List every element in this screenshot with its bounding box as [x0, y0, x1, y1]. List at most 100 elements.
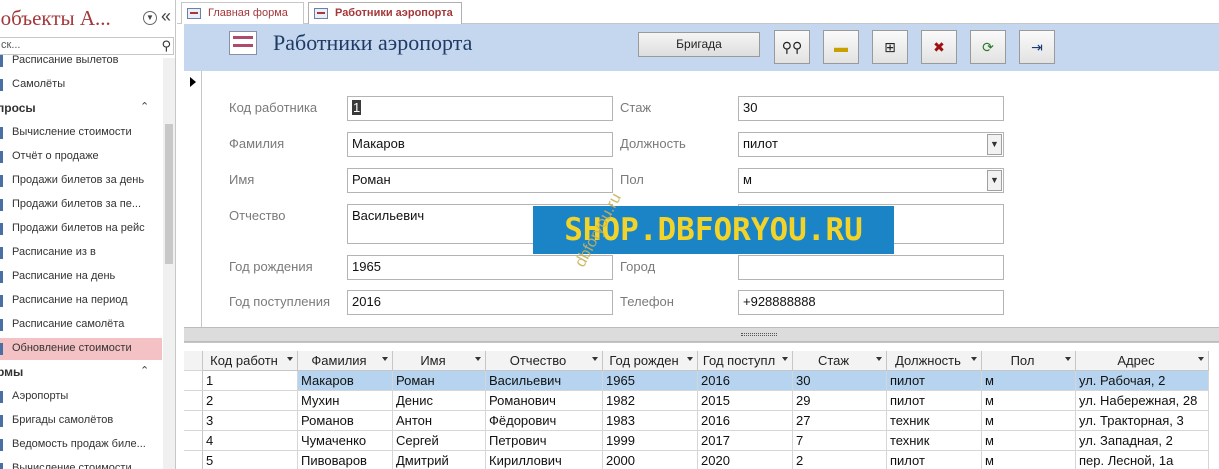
nav-item[interactable]: Отчёт о продаже	[0, 146, 162, 168]
table-cell[interactable]: м	[982, 371, 1076, 391]
add-record-icon[interactable]: ⊞	[872, 30, 908, 64]
nav-item[interactable]: Аэропорты	[0, 386, 162, 408]
nav-collapse-icon[interactable]: «	[161, 7, 171, 25]
tab-main-form[interactable]: Главная форма	[181, 2, 304, 24]
sort-filter-icon[interactable]	[1065, 357, 1071, 361]
nav-group-header[interactable]: рмы ⌃	[0, 362, 162, 384]
table-cell[interactable]: пилот	[887, 451, 982, 469]
sort-filter-icon[interactable]	[971, 357, 977, 361]
table-cell[interactable]: техник	[887, 411, 982, 431]
nav-item[interactable]: Продажи билетов за день	[0, 170, 162, 192]
first-name-field[interactable]: Роман	[347, 168, 613, 193]
chevron-up-icon[interactable]: ⌃	[140, 100, 149, 113]
record-selector[interactable]	[184, 71, 202, 327]
table-cell[interactable]: 1999	[603, 431, 698, 451]
table-cell[interactable]: Роман	[393, 371, 486, 391]
table-cell[interactable]: Кириллович	[486, 451, 603, 469]
new-record-icon[interactable]: ▬	[823, 30, 859, 64]
table-cell[interactable]: Фёдорович	[486, 411, 603, 431]
table-cell[interactable]: 2016	[698, 411, 793, 431]
nav-title[interactable]: е объекты A...	[0, 6, 111, 31]
nav-item[interactable]: Расписание из в	[0, 242, 162, 264]
column-header[interactable]: Имя	[393, 351, 486, 371]
experience-field[interactable]: 30	[738, 96, 1004, 121]
table-cell[interactable]: Чумаченко	[298, 431, 393, 451]
employee-id-field[interactable]: 1	[347, 96, 613, 121]
sort-filter-icon[interactable]	[782, 357, 788, 361]
last-name-field[interactable]: Макаров	[347, 132, 613, 157]
table-cell[interactable]: 1965	[603, 371, 698, 391]
binoculars-icon[interactable]: ⚲⚲	[774, 30, 810, 64]
table-cell[interactable]: Романов	[298, 411, 393, 431]
tab-airport-workers[interactable]: Работники аэропорта	[308, 2, 462, 24]
table-cell[interactable]: Мухин	[298, 391, 393, 411]
table-cell[interactable]: ул. Рабочая, 2	[1076, 371, 1209, 391]
table-cell[interactable]: ул. Западная, 2	[1076, 431, 1209, 451]
table-cell[interactable]: пилот	[887, 371, 982, 391]
table-cell[interactable]: Сергей	[393, 431, 486, 451]
table-cell[interactable]: ул. Набережная, 28	[1076, 391, 1209, 411]
table-cell[interactable]: 1	[203, 371, 298, 391]
nav-item[interactable]: Расписание на день	[0, 266, 162, 288]
table-cell[interactable]: Пивоваров	[298, 451, 393, 469]
sort-filter-icon[interactable]	[1198, 357, 1204, 361]
chevron-down-icon[interactable]: ▼	[987, 134, 1002, 155]
table-cell[interactable]: Макаров	[298, 371, 393, 391]
table-cell[interactable]: Денис	[393, 391, 486, 411]
column-header[interactable]: Отчество	[486, 351, 603, 371]
table-cell[interactable]: Дмитрий	[393, 451, 486, 469]
table-cell[interactable]: 7	[793, 431, 887, 451]
select-all-corner[interactable]	[184, 351, 203, 371]
table-cell[interactable]: Васильевич	[486, 371, 603, 391]
nav-item[interactable]: Ведомость продаж биле...	[0, 434, 162, 456]
search-icon[interactable]: ⚲	[161, 38, 171, 54]
table-cell[interactable]: ул. Тракторная, 3	[1076, 411, 1209, 431]
table-cell[interactable]: м	[982, 451, 1076, 469]
table-cell[interactable]: 1982	[603, 391, 698, 411]
table-cell[interactable]: 2017	[698, 431, 793, 451]
sort-filter-icon[interactable]	[382, 357, 388, 361]
chevron-down-icon[interactable]: ▼	[987, 170, 1002, 191]
phone-field[interactable]: +928888888	[738, 290, 1004, 315]
nav-item[interactable]: Расписание вылетов	[0, 50, 162, 72]
column-header[interactable]: Фамилия	[298, 351, 393, 371]
table-cell[interactable]: 2000	[603, 451, 698, 469]
nav-group-header[interactable]: просы ⌃	[0, 98, 162, 120]
table-cell[interactable]: Петрович	[486, 431, 603, 451]
table-cell[interactable]: м	[982, 431, 1076, 451]
sort-filter-icon[interactable]	[287, 357, 293, 361]
table-cell[interactable]: 2	[793, 451, 887, 469]
sort-filter-icon[interactable]	[592, 357, 598, 361]
nav-item[interactable]: Расписание на период	[0, 290, 162, 312]
column-header[interactable]: Пол	[982, 351, 1076, 371]
table-cell[interactable]: 4	[203, 431, 298, 451]
table-cell[interactable]: 5	[203, 451, 298, 469]
nav-item[interactable]: Вычисление стоимости	[0, 458, 162, 469]
table-cell[interactable]: 30	[793, 371, 887, 391]
nav-item[interactable]: Обновление стоимости	[0, 338, 162, 360]
row-selector[interactable]	[184, 431, 203, 451]
delete-record-icon[interactable]: ✖	[921, 30, 957, 64]
column-header[interactable]: Адрес	[1076, 351, 1209, 371]
split-form-divider[interactable]	[184, 327, 1219, 342]
column-header[interactable]: Год рожден	[603, 351, 698, 371]
table-cell[interactable]: 2	[203, 391, 298, 411]
table-cell[interactable]: 3	[203, 411, 298, 431]
splitter-grip-icon[interactable]	[741, 333, 777, 336]
column-header[interactable]: Стаж	[793, 351, 887, 371]
table-cell[interactable]: Романович	[486, 391, 603, 411]
nav-item[interactable]: Самолёты	[0, 74, 162, 96]
row-selector[interactable]	[184, 371, 203, 391]
exit-icon[interactable]: ⇥	[1019, 30, 1055, 64]
gender-select[interactable]: м ▼	[738, 168, 1004, 193]
table-cell[interactable]: 27	[793, 411, 887, 431]
table-cell[interactable]: пилот	[887, 391, 982, 411]
row-selector[interactable]	[184, 411, 203, 431]
refresh-icon[interactable]: ⟳	[970, 30, 1006, 64]
sort-filter-icon[interactable]	[687, 357, 693, 361]
nav-menu-dropdown-icon[interactable]: ▼	[143, 11, 157, 25]
hire-year-field[interactable]: 2016	[347, 290, 613, 315]
table-cell[interactable]: пер. Лесной, 1а	[1076, 451, 1209, 469]
table-cell[interactable]: 2015	[698, 391, 793, 411]
nav-item[interactable]: Продажи билетов за пе...	[0, 194, 162, 216]
